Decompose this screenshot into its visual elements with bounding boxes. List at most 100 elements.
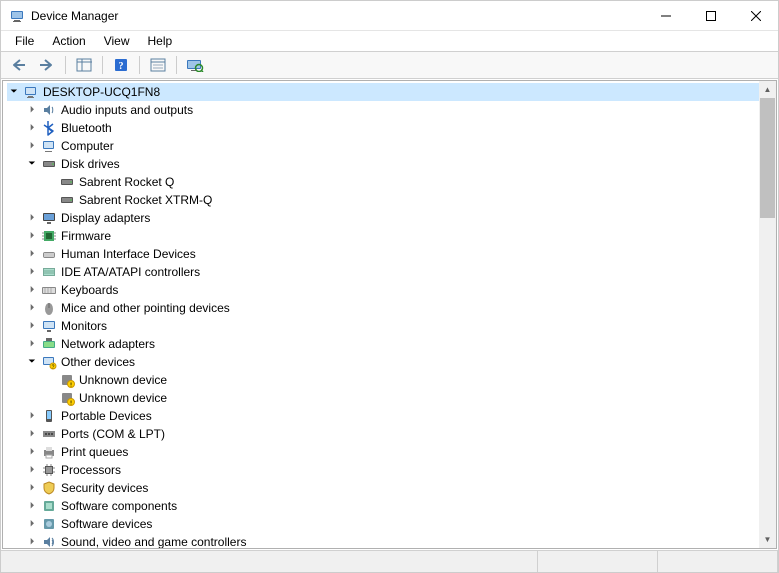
expander-icon[interactable]: ⏷ (25, 157, 39, 171)
maximize-button[interactable] (688, 1, 733, 30)
properties-button[interactable] (146, 54, 170, 76)
tree-node[interactable]: ⏵ Security devices (7, 479, 759, 497)
tree-node-label: Sabrent Rocket XTRM-Q (79, 193, 212, 207)
tree-node[interactable]: ⏵ Print queues (7, 443, 759, 461)
tree-node[interactable]: ⏵ Firmware (7, 227, 759, 245)
expander-icon[interactable]: ⏵ (25, 463, 39, 477)
toolbar-separator (65, 56, 66, 74)
expander-icon[interactable]: ⏵ (25, 139, 39, 153)
expander-icon[interactable]: ⏵ (25, 247, 39, 261)
window-title: Device Manager (31, 9, 118, 23)
swdev-icon (41, 516, 57, 532)
tree-node[interactable]: ⏵ Ports (COM & LPT) (7, 425, 759, 443)
sound-icon (41, 534, 57, 548)
tree-root-label: DESKTOP-UCQ1FN8 (43, 85, 160, 99)
expander-icon[interactable]: ⏵ (25, 211, 39, 225)
tree-container: ⏷ DESKTOP-UCQ1FN8 ⏵ Audio inputs and out… (2, 80, 777, 549)
expander-icon[interactable]: ⏵ (25, 103, 39, 117)
tree-node[interactable]: ⏵ Sound, video and game controllers (7, 533, 759, 548)
expander-spacer (43, 391, 57, 405)
svg-text:?: ? (52, 365, 55, 371)
menu-action[interactable]: Action (44, 32, 93, 50)
expander-icon[interactable]: ⏵ (25, 499, 39, 513)
expander-icon[interactable]: ⏵ (25, 229, 39, 243)
tree-node-label: Portable Devices (61, 409, 152, 423)
tree-node[interactable]: ⏵ Monitors (7, 317, 759, 335)
tree-node[interactable]: ⏵ Computer (7, 137, 759, 155)
show-hide-tree-button[interactable] (72, 54, 96, 76)
network-icon (41, 336, 57, 352)
tree-node[interactable]: Sabrent Rocket XTRM-Q (7, 191, 759, 209)
scan-hardware-button[interactable] (183, 54, 207, 76)
tree-node[interactable]: ⏵ Network adapters (7, 335, 759, 353)
swcomp-icon (41, 498, 57, 514)
expander-icon[interactable]: ⏵ (25, 427, 39, 441)
disk-icon (59, 192, 75, 208)
tree-node[interactable]: ⏷ ? Other devices (7, 353, 759, 371)
tree-node[interactable]: ⏵ IDE ATA/ATAPI controllers (7, 263, 759, 281)
tree-node[interactable]: ⏵ Audio inputs and outputs (7, 101, 759, 119)
expander-icon[interactable]: ⏵ (25, 283, 39, 297)
help-button[interactable]: ? (109, 54, 133, 76)
ide-icon (41, 264, 57, 280)
tree-node[interactable]: ⏵ Software components (7, 497, 759, 515)
scroll-thumb[interactable] (760, 98, 775, 218)
titlebar: Device Manager (1, 1, 778, 31)
minimize-button[interactable] (643, 1, 688, 30)
tree-node[interactable]: ! Unknown device (7, 389, 759, 407)
computer-icon (23, 84, 39, 100)
expander-icon[interactable]: ⏷ (25, 355, 39, 369)
tree-node[interactable]: ⏵ Keyboards (7, 281, 759, 299)
printqueue-icon (41, 444, 57, 460)
bluetooth-icon (41, 120, 57, 136)
portable-icon (41, 408, 57, 424)
disk-icon (59, 174, 75, 190)
toolbar-separator (102, 56, 103, 74)
keyboard-icon (41, 282, 57, 298)
tree-node[interactable]: ⏷ Disk drives (7, 155, 759, 173)
toolbar: ? (1, 51, 778, 79)
monitor-icon (41, 318, 57, 334)
svg-text:?: ? (119, 61, 124, 72)
scroll-up-button[interactable]: ▲ (759, 81, 776, 98)
scroll-down-button[interactable]: ▼ (759, 531, 776, 548)
tree-node-label: Disk drives (61, 157, 120, 171)
tree-node[interactable]: ! Unknown device (7, 371, 759, 389)
menu-help[interactable]: Help (140, 32, 181, 50)
tree-node[interactable]: Sabrent Rocket Q (7, 173, 759, 191)
expander-icon[interactable]: ⏵ (25, 121, 39, 135)
expander-icon[interactable]: ⏵ (25, 481, 39, 495)
tree-node[interactable]: ⏵ Processors (7, 461, 759, 479)
expander-icon[interactable]: ⏵ (25, 319, 39, 333)
tree-node-label: IDE ATA/ATAPI controllers (61, 265, 200, 279)
window-controls (643, 1, 778, 30)
toolbar-separator (176, 56, 177, 74)
tree-node[interactable]: ⏵ Display adapters (7, 209, 759, 227)
device-tree[interactable]: ⏷ DESKTOP-UCQ1FN8 ⏵ Audio inputs and out… (3, 81, 759, 548)
expander-icon[interactable]: ⏷ (7, 85, 21, 99)
expander-icon[interactable]: ⏵ (25, 301, 39, 315)
expander-icon[interactable]: ⏵ (25, 265, 39, 279)
expander-icon[interactable]: ⏵ (25, 409, 39, 423)
tree-node[interactable]: ⏵ Mice and other pointing devices (7, 299, 759, 317)
tree-root[interactable]: ⏷ DESKTOP-UCQ1FN8 (7, 83, 759, 101)
firmware-icon (41, 228, 57, 244)
expander-icon[interactable]: ⏵ (25, 535, 39, 548)
expander-icon[interactable]: ⏵ (25, 445, 39, 459)
forward-button[interactable] (35, 54, 59, 76)
menu-file[interactable]: File (7, 32, 42, 50)
close-button[interactable] (733, 1, 778, 30)
tree-node[interactable]: ⏵ Human Interface Devices (7, 245, 759, 263)
mouse-icon (41, 300, 57, 316)
back-button[interactable] (7, 54, 31, 76)
tree-node[interactable]: ⏵ Portable Devices (7, 407, 759, 425)
tree-node-label: Audio inputs and outputs (61, 103, 193, 117)
expander-icon[interactable]: ⏵ (25, 517, 39, 531)
tree-node[interactable]: ⏵ Bluetooth (7, 119, 759, 137)
menu-view[interactable]: View (96, 32, 138, 50)
menubar: File Action View Help (1, 31, 778, 51)
hid-icon (41, 246, 57, 262)
vertical-scrollbar[interactable]: ▲ ▼ (759, 81, 776, 548)
tree-node[interactable]: ⏵ Software devices (7, 515, 759, 533)
expander-icon[interactable]: ⏵ (25, 337, 39, 351)
